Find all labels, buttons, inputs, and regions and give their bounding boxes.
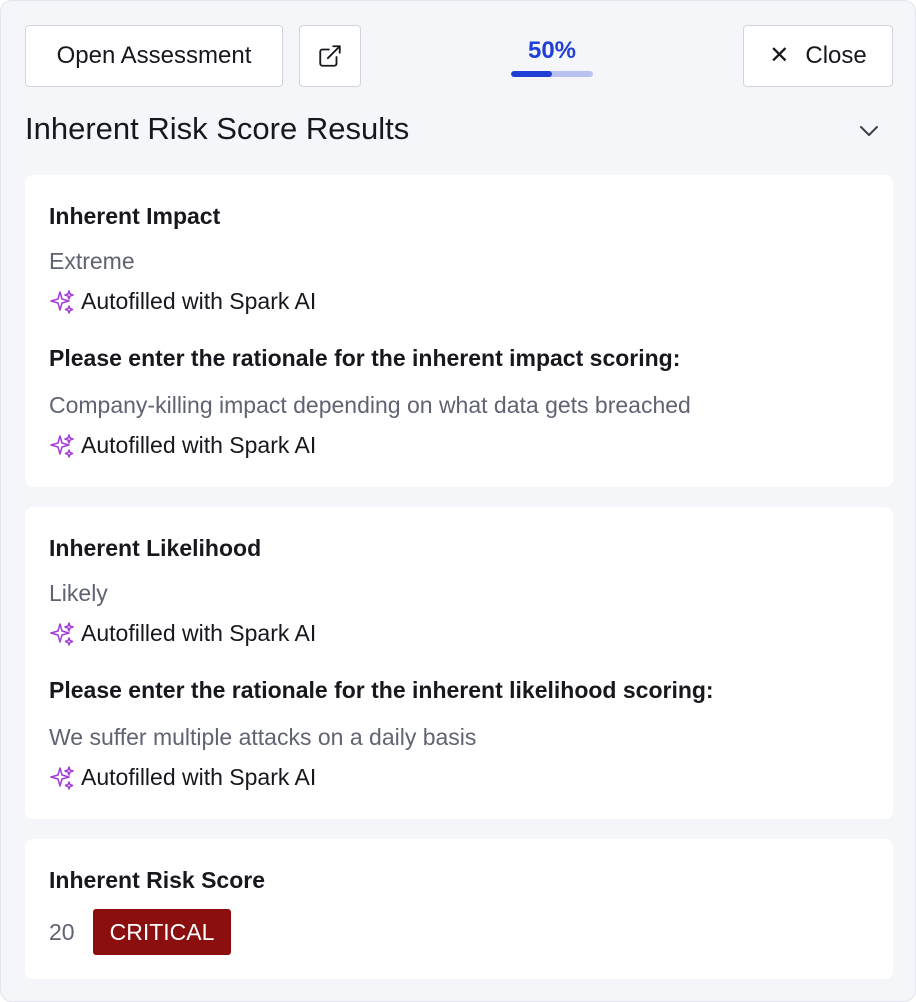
ai-note-text: Autofilled with Spark AI (81, 620, 317, 646)
risk-score-row: 20 CRITICAL (49, 909, 232, 955)
toolbar: Open Assessment 50% ✕ Close (25, 25, 893, 87)
open-assessment-label: Open Assessment (56, 42, 252, 69)
sparkle-icon (50, 433, 74, 458)
ai-note-text: Autofilled with Spark AI (81, 432, 317, 458)
likelihood-rationale-value[interactable]: We suffer multiple attacks on a daily ba… (49, 724, 476, 751)
impact-rationale-value[interactable]: Company-killing impact depending on what… (49, 392, 691, 419)
impact-ai-note: Autofilled with Spark AI (49, 288, 316, 315)
close-button[interactable]: ✕ Close (743, 25, 893, 87)
external-link-icon (319, 45, 341, 67)
close-label: Close (805, 42, 867, 69)
open-assessment-button[interactable]: Open Assessment (25, 25, 283, 87)
impact-rationale-ai-note: Autofilled with Spark AI (49, 432, 316, 459)
likelihood-rationale-label: Please enter the rationale for the inher… (49, 677, 714, 703)
impact-value[interactable]: Extreme (49, 248, 135, 275)
ai-note-text: Autofilled with Spark AI (81, 764, 317, 790)
external-link-button[interactable] (299, 25, 361, 87)
inherent-impact-card: Inherent Impact Extreme Autofilled with … (25, 175, 893, 487)
sparkle-icon (50, 289, 74, 314)
impact-label: Inherent Impact (49, 203, 221, 229)
inherent-risk-score-card: Inherent Risk Score 20 CRITICAL (25, 839, 893, 979)
risk-level-badge: CRITICAL (92, 909, 232, 955)
progress-track (511, 71, 593, 77)
likelihood-value[interactable]: Likely (49, 580, 108, 607)
likelihood-rationale-ai-note: Autofilled with Spark AI (49, 764, 316, 791)
progress-fill (511, 71, 552, 77)
likelihood-label: Inherent Likelihood (49, 535, 262, 561)
risk-score-panel: Open Assessment 50% ✕ Close Inherent Ris… (0, 0, 916, 1002)
chevron-down-icon[interactable] (857, 121, 881, 141)
risk-score-value: 20 (49, 918, 75, 945)
inherent-likelihood-card: Inherent Likelihood Likely Autofilled wi… (25, 507, 893, 819)
close-icon: ✕ (769, 42, 790, 69)
sparkle-icon (50, 765, 74, 790)
likelihood-ai-note: Autofilled with Spark AI (49, 620, 316, 647)
impact-rationale-label: Please enter the rationale for the inher… (49, 345, 681, 371)
section-title: Inherent Risk Score Results (25, 111, 410, 146)
sparkle-icon (50, 621, 74, 646)
risk-score-label: Inherent Risk Score (49, 867, 266, 893)
progress-percent: 50% (527, 37, 577, 64)
ai-note-text: Autofilled with Spark AI (81, 288, 317, 314)
completion-progress: 50% (511, 37, 593, 77)
